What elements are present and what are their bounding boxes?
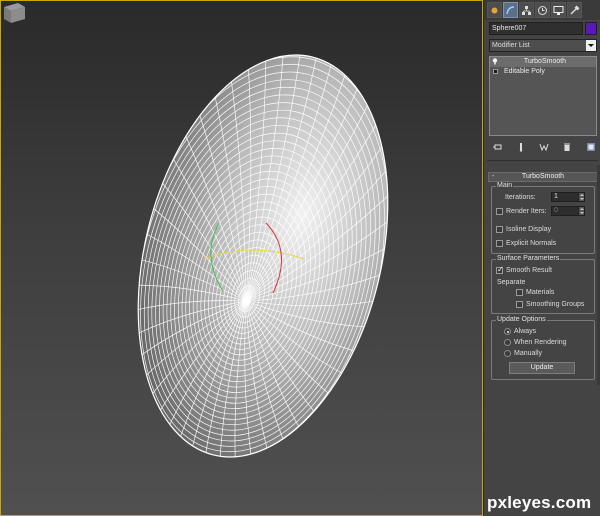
surface-parameters-group: Surface Parameters Smooth Result Separat… (491, 255, 595, 314)
iterations-spinner[interactable]: 1 (551, 192, 585, 202)
configure-modifier-sets-button[interactable] (585, 141, 596, 153)
chevron-down-icon[interactable] (586, 40, 596, 51)
collapse-minus-icon[interactable]: - (492, 173, 494, 181)
isoline-display-label: Isoline Display (506, 226, 552, 233)
viewcube-icon[interactable] (1, 1, 27, 25)
pin-icon (492, 144, 501, 150)
group-title: Surface Parameters (496, 255, 561, 263)
object-color-swatch[interactable] (585, 22, 597, 35)
display-tab[interactable] (551, 2, 566, 18)
command-panel: Sphere007 Modifier List TurboSmooth Edit… (483, 0, 600, 516)
modifier-stack[interactable]: TurboSmooth Editable Poly (489, 56, 597, 136)
render-iters-label: Render Iters: (506, 208, 547, 215)
motion-icon (538, 5, 547, 15)
create-tab[interactable] (487, 2, 502, 18)
hierarchy-tab[interactable] (519, 2, 534, 18)
stack-item-label: TurboSmooth (523, 58, 567, 65)
render-iters-checkbox[interactable] (496, 208, 503, 215)
show-end-result-button[interactable] (515, 141, 526, 153)
group-title: Main (496, 182, 514, 190)
smooth-result-label: Smooth Result (506, 267, 552, 274)
smooth-result-checkbox[interactable] (496, 265, 504, 274)
update-button[interactable]: Update (509, 362, 575, 374)
configure-sets-icon (586, 143, 595, 151)
manually-radio[interactable] (504, 350, 511, 357)
make-unique-button[interactable] (539, 141, 550, 153)
expand-box-icon[interactable] (493, 69, 498, 74)
modify-curve-icon (506, 5, 515, 14)
watermark-text: pxleyes.com (487, 493, 592, 512)
materials-checkbox[interactable] (516, 289, 523, 296)
divider (487, 160, 598, 161)
spinner-arrows-icon[interactable] (578, 207, 584, 215)
modifier-list-dropdown[interactable]: Modifier List (489, 39, 597, 52)
explicit-normals-checkbox[interactable] (496, 240, 503, 247)
turbosmooth-rollout-header[interactable]: - TurboSmooth (488, 172, 598, 182)
smoothing-groups-label: Smoothing Groups (526, 301, 585, 308)
end-result-icon (519, 143, 522, 152)
always-label: Always (514, 328, 537, 335)
perspective-viewport[interactable] (0, 0, 483, 516)
command-panel-tabs (484, 0, 600, 20)
manually-label: Manually (514, 350, 543, 357)
pin-stack-button[interactable] (492, 141, 503, 153)
sun-icon (491, 7, 498, 13)
stack-item-editable-poly[interactable]: Editable Poly (490, 67, 596, 77)
stack-item-turbosmooth[interactable]: TurboSmooth (490, 57, 596, 67)
when-rendering-radio[interactable] (504, 339, 511, 346)
isoline-display-checkbox[interactable] (496, 226, 503, 233)
hammer-icon (570, 5, 580, 14)
make-unique-icon (539, 143, 549, 152)
iterations-label: Iterations: (505, 194, 536, 201)
motion-tab[interactable] (535, 2, 550, 18)
object-name-field[interactable]: Sphere007 (489, 22, 583, 35)
hierarchy-icon (522, 5, 531, 15)
always-radio[interactable] (504, 328, 511, 335)
group-title: Update Options (496, 316, 547, 324)
modifier-list-label: Modifier List (492, 42, 530, 49)
explicit-normals-label: Explicit Normals (506, 240, 557, 247)
stack-item-label: Editable Poly (504, 68, 545, 75)
modify-tab[interactable] (503, 2, 518, 18)
update-options-group: Update Options Always When Rendering Man… (491, 316, 595, 380)
monitor-icon (553, 5, 564, 15)
smoothing-groups-checkbox[interactable] (516, 301, 523, 308)
sphere-wireframe-mesh[interactable] (1, 1, 483, 516)
trash-icon (564, 143, 571, 151)
render-iters-spinner[interactable]: 0 (551, 206, 585, 216)
separate-label: Separate (497, 279, 526, 286)
spinner-arrows-icon[interactable] (578, 193, 584, 201)
rollout-title: TurboSmooth (521, 173, 565, 180)
main-group: Main Iterations: 1 Render Iters: 0 Isoli… (491, 182, 595, 254)
utilities-tab[interactable] (567, 2, 582, 18)
lightbulb-icon[interactable] (492, 58, 498, 65)
when-rendering-label: When Rendering (514, 339, 567, 346)
materials-label: Materials (526, 289, 555, 296)
remove-modifier-button[interactable] (562, 141, 573, 153)
stack-toolbar (492, 140, 596, 154)
render-iters-value: 0 (554, 207, 558, 214)
iterations-value: 1 (554, 193, 558, 200)
